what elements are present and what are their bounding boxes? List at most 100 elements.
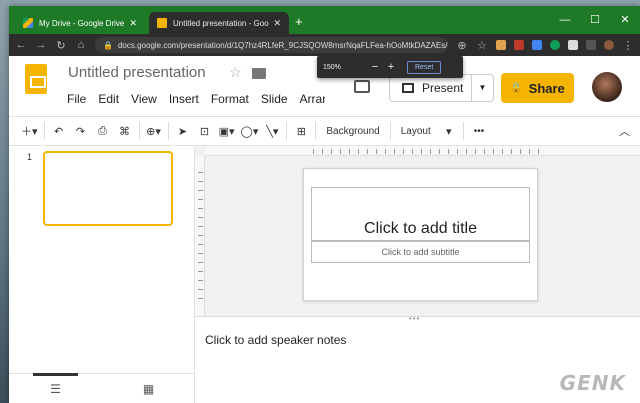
title-bar: My Drive - Google Drive ✕ Untitled prese…	[9, 6, 640, 34]
filmstrip: 1 ☰ ▦	[9, 146, 195, 403]
maximize-button[interactable]: ☐	[580, 6, 610, 34]
share-button[interactable]: 🔒 Share	[501, 73, 574, 103]
chrome-menu-icon[interactable]: ⋮	[622, 39, 634, 52]
slide-canvas: Click to add title Click to add subtitle	[195, 146, 640, 316]
menu-file[interactable]: File	[67, 92, 86, 106]
text-box-icon[interactable]: ⊡	[197, 121, 213, 141]
menu-edit[interactable]: Edit	[98, 92, 119, 106]
address-bar: ← → ↻ ⌂ 🔒 docs.google.com/presentation/d…	[9, 34, 640, 56]
extension-icon[interactable]	[532, 40, 542, 50]
slide[interactable]: Click to add title Click to add subtitle	[303, 168, 538, 301]
forward-arrow-icon[interactable]: →	[35, 39, 47, 51]
extension-icon[interactable]	[514, 40, 524, 50]
divider	[138, 122, 140, 140]
present-button[interactable]: Present ▼	[389, 74, 494, 102]
menu-format[interactable]: Format	[211, 92, 249, 106]
window-controls: — ☐ ✕	[550, 6, 640, 34]
redo-icon[interactable]: ↷	[73, 121, 89, 141]
present-dropdown[interactable]: ▼	[471, 75, 493, 101]
undo-icon[interactable]: ↶	[51, 121, 67, 141]
menu-bar: File Edit View Insert Format Slide Arran	[67, 92, 325, 106]
close-window-button[interactable]: ✕	[610, 6, 640, 34]
url-field[interactable]: 🔒 docs.google.com/presentation/d/1Q7hz4R…	[95, 37, 448, 53]
profile-icon[interactable]	[604, 40, 614, 50]
toolbar: ＋▾ ↶ ↷ ⎙ ⌘ ⊕▾ ➤ ⊡ ▣▾ ◯▾ ╲▾ ⊞ Background …	[9, 116, 640, 146]
divider	[167, 122, 169, 140]
slides-logo-icon[interactable]	[25, 64, 47, 94]
menu-view[interactable]: View	[131, 92, 157, 106]
menu-slide[interactable]: Slide	[261, 92, 288, 106]
chevron-down-icon[interactable]: ▾	[441, 121, 457, 141]
speaker-notes-placeholder[interactable]: Click to add speaker notes	[205, 333, 346, 347]
tab-title: Untitled presentation - Google Sl	[173, 18, 269, 28]
slide-thumbnail[interactable]	[43, 151, 173, 226]
divider	[43, 122, 45, 140]
shape-icon[interactable]: ◯▾	[241, 121, 259, 141]
share-label: Share	[528, 80, 565, 96]
layout-button[interactable]: Layout	[397, 126, 435, 137]
extension-icon[interactable]	[550, 40, 560, 50]
collapse-icon[interactable]: ︿	[619, 123, 630, 139]
extension-icon[interactable]	[496, 40, 506, 50]
comments-icon[interactable]	[354, 80, 370, 93]
folder-icon[interactable]	[252, 68, 266, 79]
star-icon[interactable]: ☆	[229, 64, 242, 81]
extension-icon[interactable]	[586, 40, 596, 50]
menu-insert[interactable]: Insert	[169, 92, 199, 106]
present-label: Present	[422, 81, 464, 95]
bookmark-star-icon[interactable]: ☆	[476, 39, 488, 52]
close-tab-icon[interactable]: ✕	[129, 18, 137, 29]
avatar[interactable]	[592, 72, 622, 102]
paint-format-icon[interactable]: ⌘	[117, 121, 133, 141]
divider	[286, 122, 288, 140]
zoom-level: 150%	[323, 63, 341, 71]
zoom-out-button[interactable]: −	[367, 61, 383, 73]
url-text: docs.google.com/presentation/d/1Q7hz4RLf…	[117, 40, 448, 50]
title-placeholder[interactable]: Click to add title	[311, 187, 530, 241]
filmstrip-view-icon[interactable]: ☰	[9, 373, 102, 403]
zoom-in-button[interactable]: +	[383, 61, 399, 73]
new-tab-button[interactable]: +	[295, 14, 303, 29]
editor-area: 1 ☰ ▦ Click to add title Click to add su…	[9, 146, 640, 403]
tab-untitled-presentation[interactable]: Untitled presentation - Google Sl ✕	[149, 12, 289, 34]
resize-handle[interactable]: •••	[409, 314, 420, 323]
slide-number: 1	[27, 152, 33, 162]
present-icon	[402, 83, 414, 93]
document-title[interactable]: Untitled presentation	[68, 64, 206, 81]
divider	[389, 122, 391, 140]
comment-add-icon[interactable]: ⊞	[293, 121, 309, 141]
horizontal-ruler	[205, 146, 640, 156]
zoom-reset-button[interactable]: Reset	[407, 60, 442, 74]
slides-icon	[157, 18, 167, 28]
filmstrip-view-switch: ☰ ▦	[9, 373, 195, 403]
select-cursor-icon[interactable]: ➤	[175, 121, 191, 141]
image-icon[interactable]: ▣▾	[219, 121, 235, 141]
new-slide-button[interactable]: ＋▾	[21, 121, 38, 141]
subtitle-placeholder[interactable]: Click to add subtitle	[311, 241, 530, 263]
tab-my-drive[interactable]: My Drive - Google Drive ✕	[15, 12, 145, 34]
zoom-icon[interactable]: ⊕▾	[146, 121, 162, 141]
home-icon[interactable]: ⌂	[75, 39, 87, 51]
divider	[315, 122, 317, 140]
minimize-button[interactable]: —	[550, 6, 580, 34]
watermark-logo: GENK	[559, 371, 626, 395]
browser-window: My Drive - Google Drive ✕ Untitled prese…	[9, 6, 640, 403]
line-icon[interactable]: ╲▾	[264, 121, 280, 141]
vertical-ruler	[195, 156, 205, 316]
reload-icon[interactable]: ↻	[55, 39, 67, 52]
print-icon[interactable]: ⎙	[95, 121, 111, 141]
zoom-popup: 150% − + Reset	[317, 56, 463, 78]
lock-icon: 🔒	[510, 82, 523, 94]
more-button[interactable]: •••	[470, 126, 489, 137]
drive-icon	[23, 18, 33, 28]
divider	[462, 122, 464, 140]
extension-icon[interactable]	[568, 40, 578, 50]
back-arrow-icon[interactable]: ←	[15, 39, 27, 51]
menu-arrange[interactable]: Arran	[300, 92, 325, 106]
background-button[interactable]: Background	[322, 126, 383, 137]
grid-view-icon[interactable]: ▦	[102, 374, 195, 403]
lock-icon: 🔒	[103, 40, 113, 50]
zoom-icon[interactable]: ⊕	[456, 39, 468, 52]
tab-title: My Drive - Google Drive	[39, 18, 125, 28]
close-tab-icon[interactable]: ✕	[273, 18, 281, 29]
